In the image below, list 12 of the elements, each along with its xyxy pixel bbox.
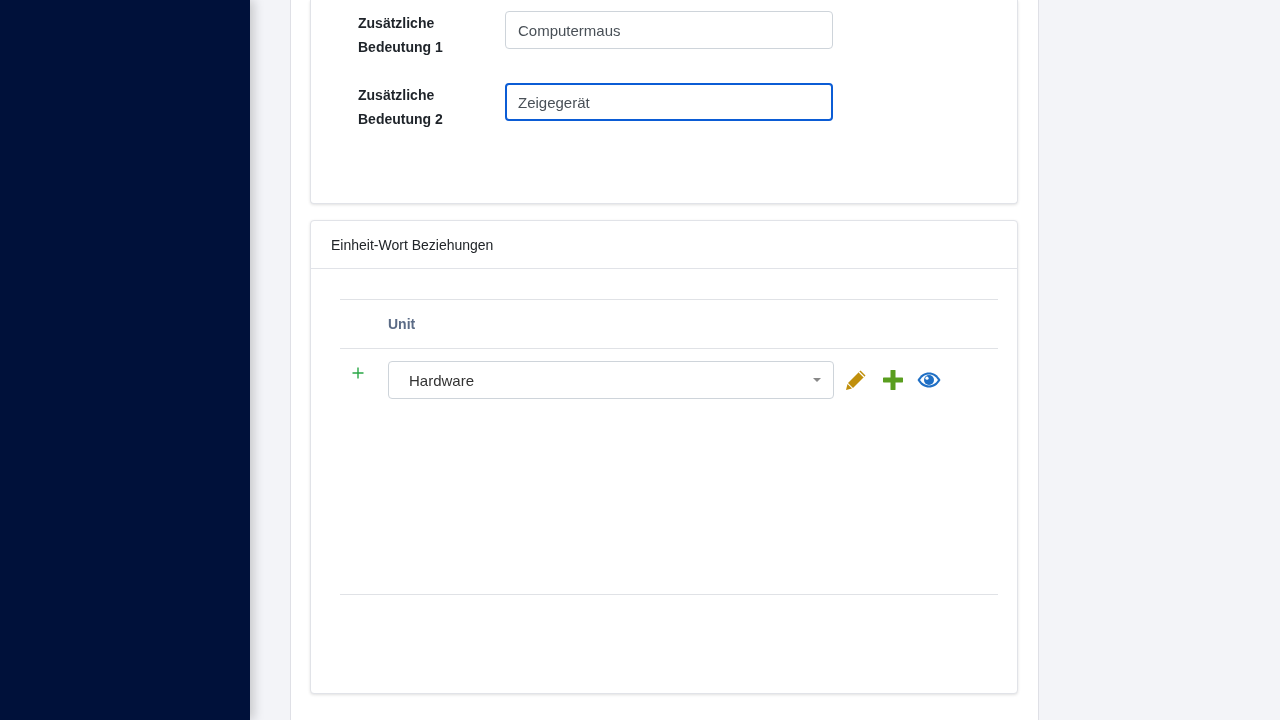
unit-select[interactable]: Hardware <box>388 361 834 399</box>
plus-icon[interactable] <box>883 370 903 390</box>
pencil-icon[interactable] <box>845 369 867 391</box>
card-title: Einheit-Wort Beziehungen <box>331 236 494 253</box>
text-field[interactable]: Zeigegerät <box>505 83 833 121</box>
eye-icon[interactable] <box>917 372 941 388</box>
text-field[interactable]: Computermaus <box>505 11 833 49</box>
caret-icon <box>813 378 821 382</box>
field-label: Zusätzliche Bedeutung 2 <box>358 86 444 129</box>
field-label: Zusätzliche Bedeutung 1 <box>358 14 444 57</box>
plus-icon[interactable] <box>352 367 364 379</box>
column-header: Unit <box>388 316 416 332</box>
